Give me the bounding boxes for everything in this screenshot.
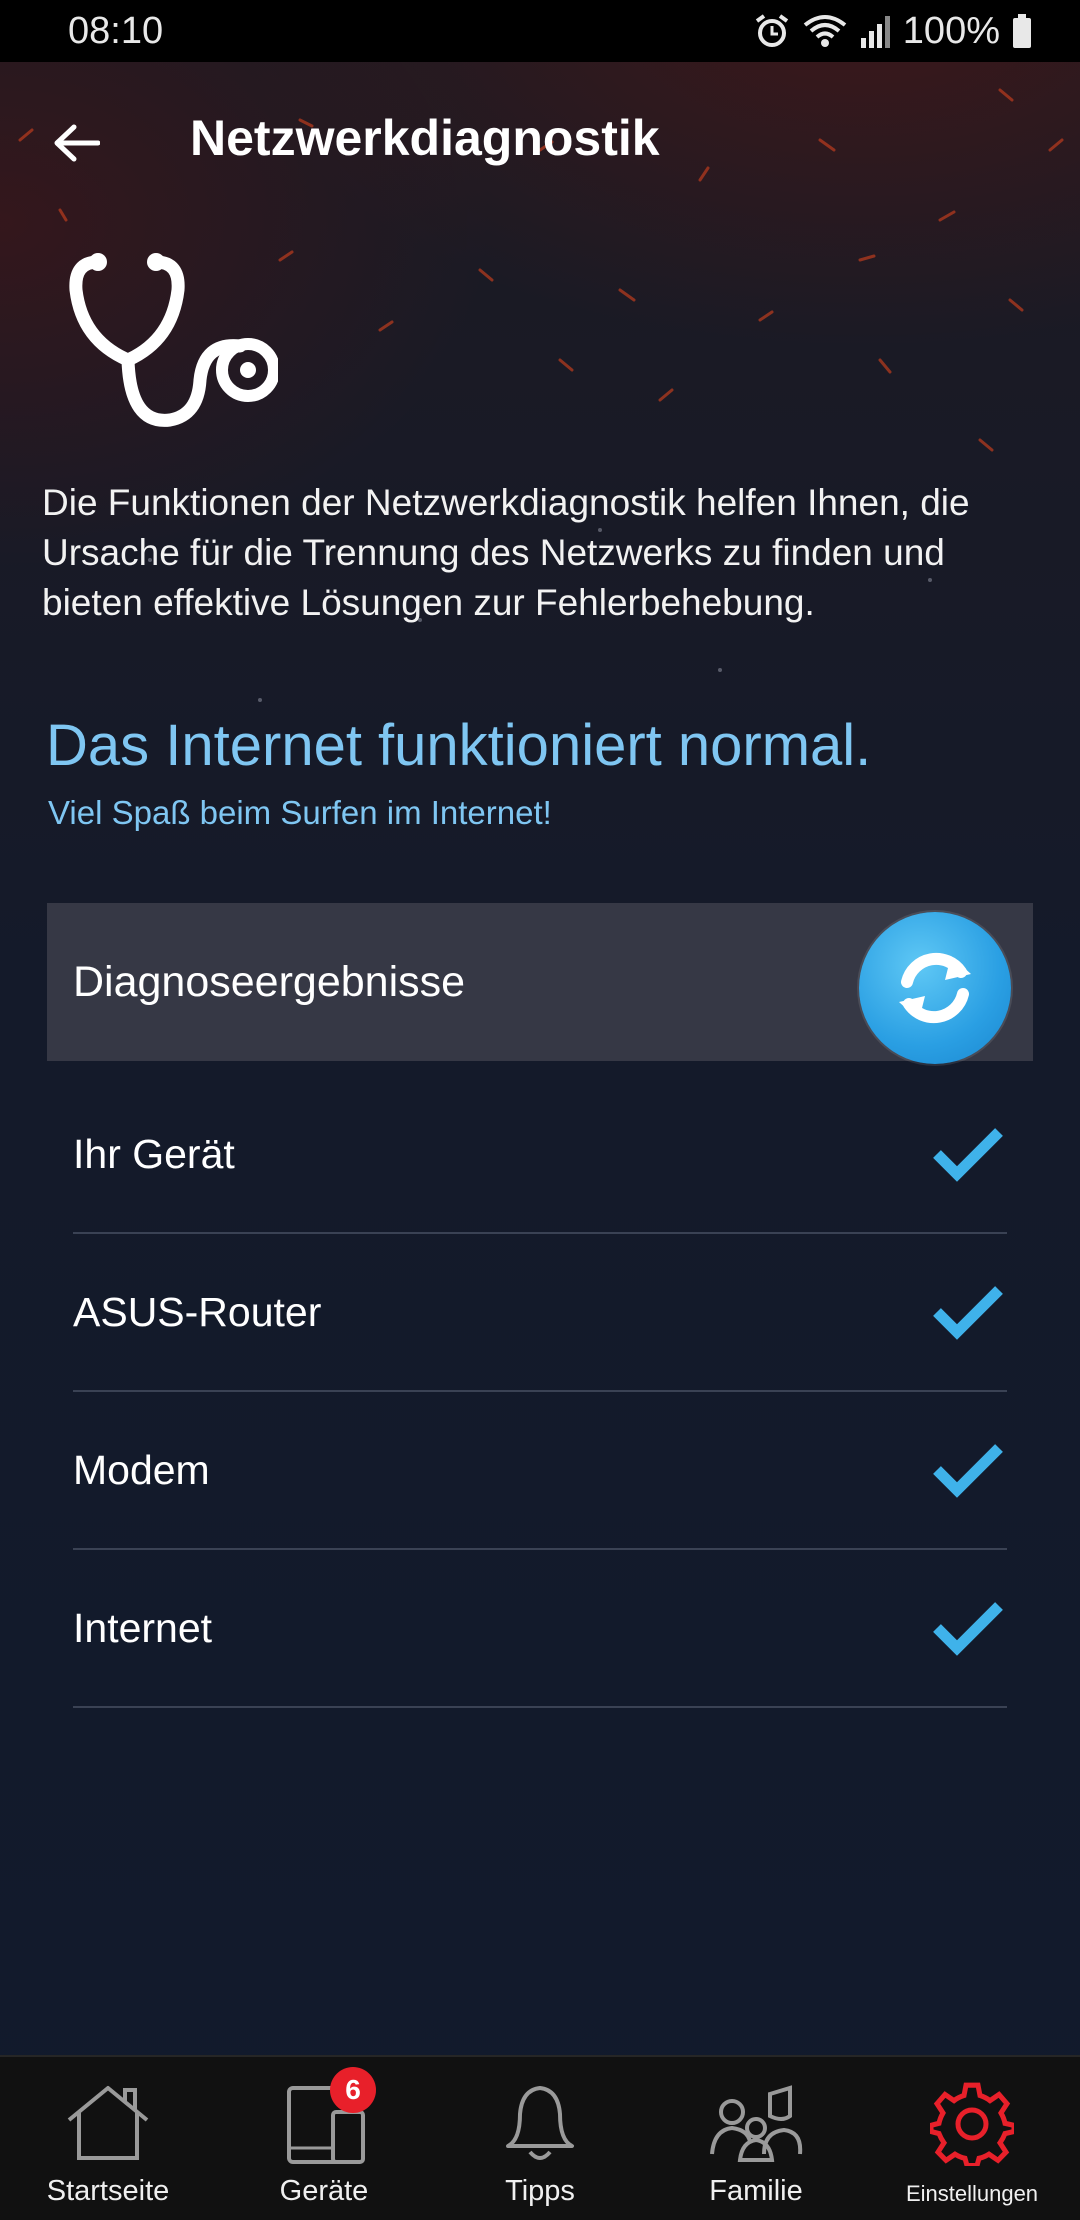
nav-item-devices[interactable]: 6 Geräte	[216, 2057, 432, 2220]
refresh-icon	[899, 952, 971, 1024]
bottom-navigation: Startseite 6 Geräte Tipps Familie Einste…	[0, 2055, 1080, 2220]
gear-icon	[930, 2082, 1014, 2166]
status-bar: 08:10 100%	[0, 0, 1080, 62]
nav-item-tips[interactable]: Tipps	[432, 2057, 648, 2220]
nav-item-family[interactable]: Familie	[648, 2057, 864, 2220]
wifi-icon	[803, 15, 847, 47]
nav-label-tips: Tipps	[505, 2175, 575, 2207]
page-title: Netzwerkdiagnostik	[190, 110, 660, 166]
diagnosis-row-router: ASUS-Router	[73, 1234, 1007, 1392]
nav-item-settings[interactable]: Einstellungen	[864, 2057, 1080, 2220]
diagnosis-list: Ihr Gerät ASUS-Router Modem Internet	[73, 1076, 1007, 1708]
connection-status-title: Das Internet funktioniert normal.	[46, 713, 872, 778]
description-text: Die Funktionen der Netzwerkdiagnostik he…	[42, 482, 970, 623]
diagnosis-label: Ihr Gerät	[73, 1130, 235, 1177]
home-icon	[67, 2086, 149, 2160]
check-icon	[933, 1286, 1003, 1340]
check-icon	[933, 1444, 1003, 1498]
family-icon	[710, 2085, 803, 2162]
diagnosis-results-header: Diagnoseergebnisse	[47, 903, 1033, 1064]
alarm-icon	[755, 14, 788, 47]
refresh-button[interactable]	[859, 912, 1011, 1064]
diagnosis-label: ASUS-Router	[73, 1288, 322, 1335]
battery-percent: 100%	[902, 9, 1000, 52]
diagnosis-label: Internet	[73, 1604, 213, 1651]
app-header: Netzwerkdiagnostik	[0, 95, 1080, 185]
battery-icon	[1013, 14, 1031, 48]
back-button[interactable]	[46, 113, 106, 173]
nav-label-settings: Einstellungen	[905, 2181, 1039, 2206]
back-arrow-icon	[54, 124, 100, 162]
connection-status-subtitle: Viel Spaß beim Surfen im Internet!	[48, 794, 552, 831]
diagnosis-results-label: Diagnoseergebnisse	[73, 957, 466, 1006]
nav-label-family: Familie	[709, 2175, 803, 2207]
signal-icon	[860, 16, 890, 48]
stethoscope-icon	[69, 253, 278, 427]
nav-item-home[interactable]: Startseite	[0, 2057, 216, 2220]
devices-count-badge: 6	[330, 2067, 376, 2113]
check-icon	[933, 1128, 1003, 1182]
diagnosis-row-device: Ihr Gerät	[73, 1076, 1007, 1234]
nav-label-home: Startseite	[46, 2175, 170, 2207]
status-icons: 100%	[753, 10, 1032, 53]
check-icon	[933, 1602, 1003, 1656]
diagnosis-row-internet: Internet	[73, 1550, 1007, 1708]
nav-label-devices: Geräte	[279, 2175, 369, 2207]
status-time: 08:10	[68, 9, 164, 52]
diagnosis-row-modem: Modem	[73, 1392, 1007, 1550]
bell-icon	[506, 2086, 574, 2160]
diagnosis-label: Modem	[73, 1446, 210, 1493]
